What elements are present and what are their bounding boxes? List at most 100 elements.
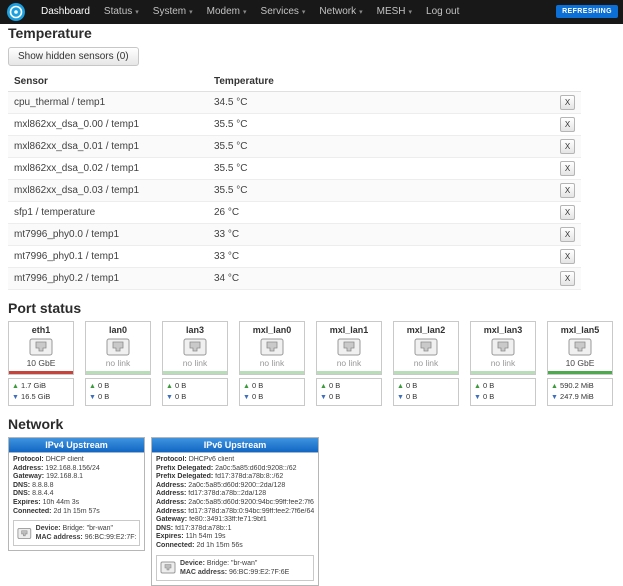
net-label: Prefix Delegated: [156,473,213,480]
sensor-temp: 35.5 °C [208,180,554,202]
port-stats: ▲ 1.7 GiB ▼ 16.5 GiB [8,378,74,406]
remove-sensor-button[interactable]: X [560,117,575,132]
brand-logo[interactable] [6,2,28,22]
sensor-temp: 34.5 °C [208,92,554,114]
top-navbar: Dashboard Status▾ System▾ Modem▾ Service… [0,0,623,24]
net-label: DNS: [13,490,30,497]
table-row: mxl862xx_dsa_0.03 / temp1 35.5 °C X [8,180,581,202]
port-network-line [86,371,150,374]
port-name: eth1 [9,322,73,336]
net-value: 2d 1h 15m 56s [196,542,242,549]
nav-status[interactable]: Status▾ [97,0,146,25]
nav-dashboard[interactable]: Dashboard [34,0,97,24]
sensor-temp: 33 °C [208,246,554,268]
upload-icon: ▲ [12,383,19,390]
mac-value: 96:BC:99:E2:7F:6E [229,569,289,576]
device-value: Bridge: "br-wan" [63,525,114,532]
upload-icon: ▲ [474,383,481,390]
table-row: mt7996_phy0.2 / temp1 34 °C X [8,268,581,290]
net-line: Address: 192.168.8.156/24 [13,465,140,474]
port-name: mxl_lan2 [394,322,458,336]
upload-icon: ▲ [320,383,327,390]
nav-services[interactable]: Services▾ [254,0,313,25]
remove-sensor-button[interactable]: X [560,227,575,242]
net-line: DNS: 8.8.8.8 [13,482,140,491]
net-value: 10h 44m 3s [43,499,80,506]
remove-sensor-button[interactable]: X [560,161,575,176]
net-value: 2a0c:5a85:d60d:9200::2da/128 [188,482,285,489]
net-label: Address: [156,499,186,506]
table-row: cpu_thermal / temp1 34.5 °C X [8,92,581,114]
chevron-down-icon: ▾ [189,9,193,16]
chevron-down-icon: ▾ [243,9,247,16]
download-icon: ▼ [551,394,558,401]
port-link-status: no link [394,357,458,371]
upload-icon: ▲ [243,383,250,390]
remove-sensor-button[interactable]: X [560,271,575,286]
column-header-temperature: Temperature [208,72,554,92]
port-card-mxl_lan0: mxl_lan0 no link ▲ 0 B ▼ 0 B [239,321,305,406]
chevron-down-icon: ▾ [359,9,363,16]
net-value: 8.8.8.8 [32,482,53,489]
download-icon: ▼ [474,394,481,401]
port-link-status: no link [240,357,304,371]
column-header-actions [554,72,581,92]
net-line: DNS: fd17:378d:a78b::1 [156,525,314,534]
upload-icon: ▲ [166,383,173,390]
remove-sensor-button[interactable]: X [560,95,575,110]
nav-network-label: Network [319,6,356,17]
bridge-device-icon [160,561,176,574]
nav-network[interactable]: Network▾ [312,0,369,25]
upload-icon: ▲ [397,383,404,390]
net-label: Address: [156,482,186,489]
table-row: mxl862xx_dsa_0.01 / temp1 35.5 °C X [8,136,581,158]
sensor-name: mt7996_phy0.2 / temp1 [8,268,208,290]
net-label: Protocol: [156,456,187,463]
sensor-name: mxl862xx_dsa_0.01 / temp1 [8,136,208,158]
sensor-table: Sensor Temperature cpu_thermal / temp1 3… [8,72,581,290]
refreshing-button[interactable]: REFRESHING [556,5,618,18]
net-line: Address: fd17:378d:a78b::2da/128 [156,490,314,499]
nav-system[interactable]: System▾ [146,0,200,25]
net-value: 2a0c:5a85:d60d:9208::/62 [215,465,296,472]
upload-icon: ▲ [551,383,558,390]
nav-logout[interactable]: Log out [419,0,466,24]
temperature-section-title: Temperature [8,25,615,41]
nav-status-label: Status [104,6,132,17]
device-box: Device: Bridge: "br-wan" MAC address: 96… [13,520,140,546]
port-card-mxl_lan5: mxl_lan5 10 GbE ▲ 590.2 MiB ▼ 247.9 MiB [547,321,613,406]
rx-value: 0 B [483,392,494,401]
ethernet-port-icon [183,338,207,356]
remove-sensor-button[interactable]: X [560,183,575,198]
net-label: DNS: [156,525,173,532]
port-card-mxl_lan2: mxl_lan2 no link ▲ 0 B ▼ 0 B [393,321,459,406]
show-hidden-sensors-button[interactable]: Show hidden sensors (0) [8,47,139,66]
rx-value: 247.9 MiB [560,392,594,401]
device-label: Device: [36,525,61,532]
sensor-temp: 26 °C [208,202,554,224]
net-line: Gateway: fe80::3491:33ff:fe71:9bf1 [156,516,314,525]
port-stats: ▲ 0 B ▼ 0 B [316,378,382,406]
remove-sensor-button[interactable]: X [560,249,575,264]
download-icon: ▼ [243,394,250,401]
remove-sensor-button[interactable]: X [560,205,575,220]
tx-value: 590.2 MiB [560,381,594,390]
tx-value: 1.7 GiB [21,381,46,390]
sensor-name: mt7996_phy0.0 / temp1 [8,224,208,246]
net-value: fe80::3491:33ff:fe71:9bf1 [189,516,267,523]
sensor-temp: 34 °C [208,268,554,290]
port-network-line [240,371,304,374]
net-line: Address: 2a0c:5a85:d60d:9200:94bc:99ff:f… [156,499,314,508]
nav-modem[interactable]: Modem▾ [200,0,254,25]
sensor-name: mxl862xx_dsa_0.02 / temp1 [8,158,208,180]
remove-sensor-button[interactable]: X [560,139,575,154]
net-label: Gateway: [156,516,187,523]
net-value: 11h 54m 19s [186,533,226,540]
sensor-name: sfp1 / temperature [8,202,208,224]
port-name: mxl_lan0 [240,322,304,336]
net-label: Address: [13,465,43,472]
nav-mesh[interactable]: MESH▾ [370,0,419,25]
port-card-lan3: lan3 no link ▲ 0 B ▼ 0 B [162,321,228,406]
port-link-status: no link [471,357,535,371]
ipv6-upstream-panel: IPv6 Upstream Protocol: DHCPv6 client Pr… [151,437,319,586]
